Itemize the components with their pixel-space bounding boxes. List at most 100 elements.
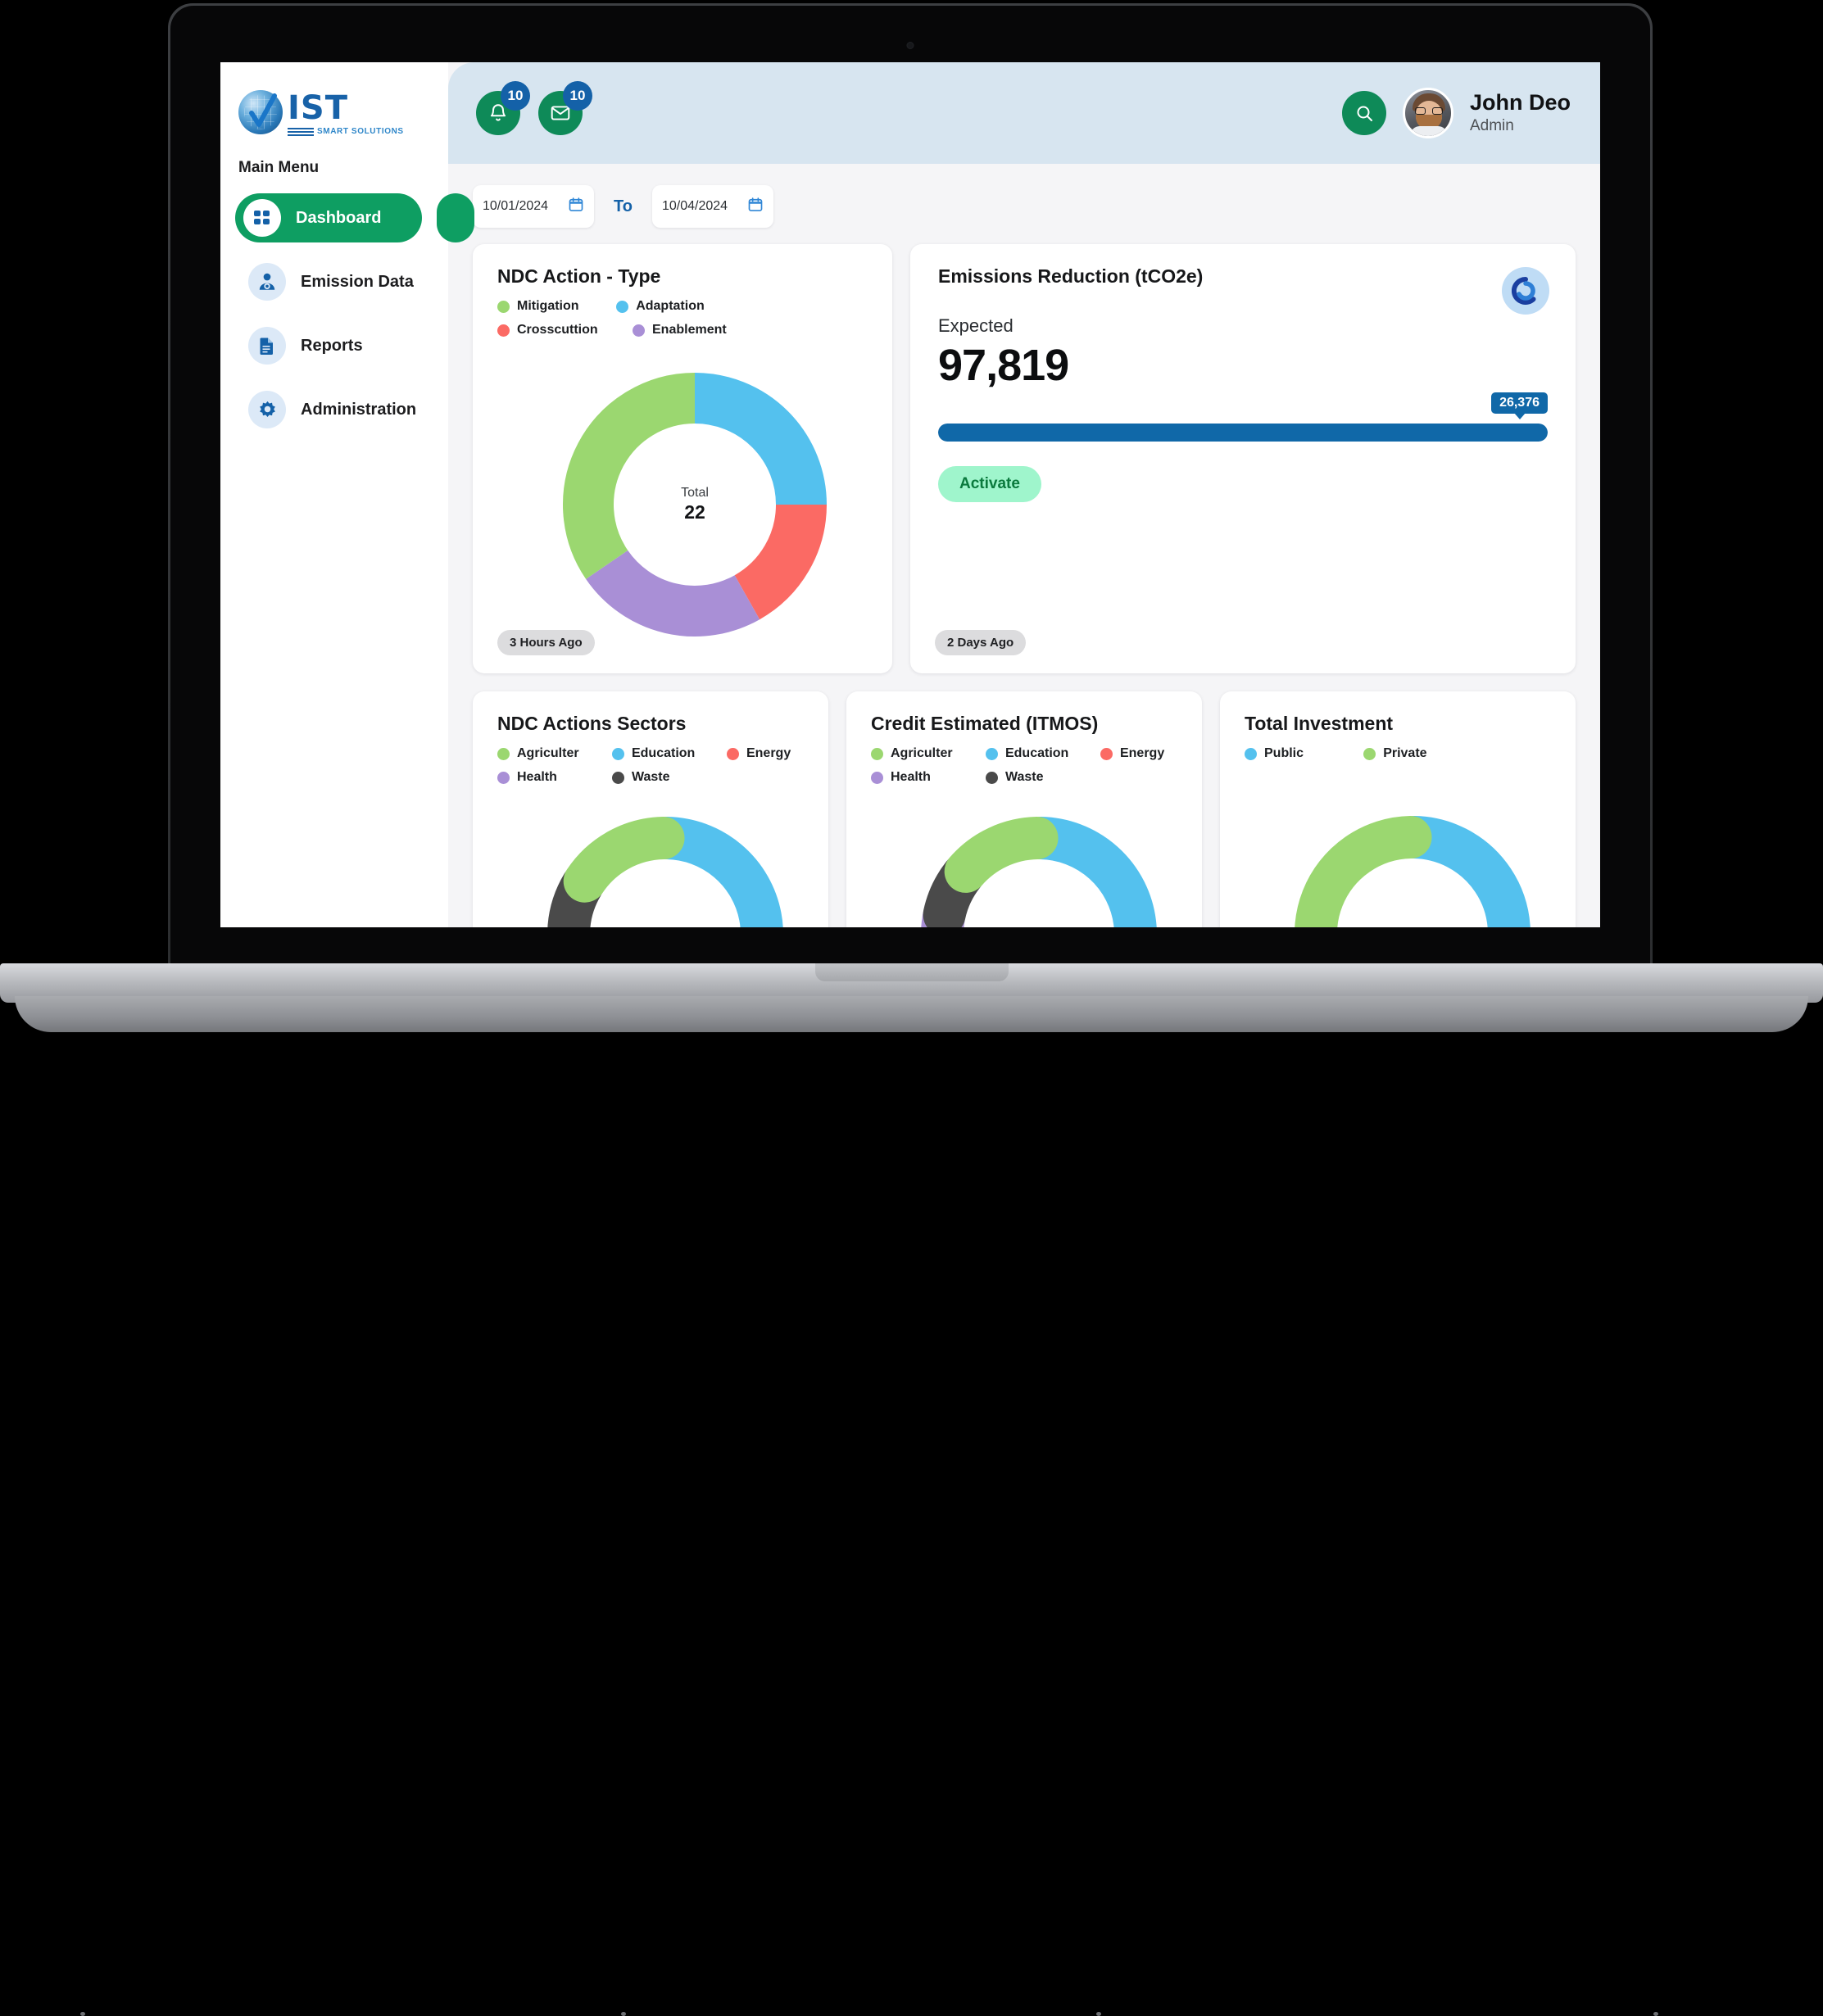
donut-segment [646,817,783,927]
legend-dot [726,747,739,760]
legend-item[interactable]: Agriculter [497,746,612,761]
notifications-count: 10 [501,81,530,111]
legend-dot [611,771,624,784]
sidebar-section-label: Main Menu [238,159,320,176]
legend-item[interactable]: Energy [726,746,828,761]
legend-label: Health [517,770,557,784]
legend-item[interactable]: Health [871,770,986,785]
document-icon [248,327,286,365]
legend-item[interactable]: Education [985,746,1100,761]
donut-segment [563,373,696,579]
legend-item[interactable]: Mitigation [497,299,616,314]
sidebar-item-emission-data[interactable]: Emission Data [220,257,448,306]
legend-label: Mitigation [517,299,579,313]
dashboard-body: 10/01/2024 To 10/04/2024 NDC Action - Ty… [448,164,1600,927]
donut-chart-credit: Total [916,812,1162,927]
legend-sectors: Agriculter Education Energy Health Waste [497,746,828,794]
legend-item[interactable]: Health [497,770,612,785]
donut-segment [944,817,1059,893]
card-ndc-actions-sectors: NDC Actions Sectors Agriculter Education… [473,691,828,927]
user-info[interactable]: John Deo Admin [1469,90,1571,135]
legend-item[interactable]: Energy [1100,746,1202,761]
card-credit-estimated: Credit Estimated (ITMOS) Agriculter Educ… [846,691,1202,927]
card-total-investment: Total Investment Public Private Tot [1220,691,1576,927]
donut-center-label: Total 22 [560,486,830,523]
sidebar-item-reports[interactable]: Reports [220,321,448,370]
sidebar-nav: Dashboard Emission Data Reports Administ… [220,193,474,434]
legend-label: Public [1264,746,1304,760]
sidebar-item-label: Reports [301,336,363,355]
legend-label: Energy [1119,746,1165,760]
legend-item[interactable]: Education [611,746,727,761]
to-date-input[interactable]: 10/04/2024 [651,185,773,228]
legend-dot [985,771,998,784]
card-title: Emissions Reduction (tCO2e) [938,265,1204,287]
legend-dot [871,771,883,784]
brand-lockup: IST SMART SOLUTIONS [288,92,404,136]
search-button[interactable] [1341,91,1386,135]
card-title: Total Investment [1245,713,1394,734]
legend-label: Education [631,746,696,760]
calendar-icon[interactable] [747,197,764,217]
date-filter-row: 10/01/2024 To 10/04/2024 [473,185,1576,228]
legend-dot [871,747,883,760]
cards-row-2: NDC Actions Sectors Agriculter Education… [473,691,1576,927]
donut-segment [1019,817,1157,927]
legend-item[interactable]: Enablement [633,323,768,338]
user-gear-icon [248,263,286,301]
sidebar-item-label: Emission Data [301,272,414,291]
donut-chart-sectors: Total [542,812,788,927]
sidebar-item-label: Administration [301,400,417,419]
brand-tagline: SMART SOLUTIONS [317,127,404,136]
active-indicator [437,193,474,242]
legend-item[interactable]: Waste [611,770,727,785]
calendar-icon[interactable] [568,197,584,217]
brand-orb-icon [1502,267,1549,315]
donut-svg [1295,816,1531,927]
from-date-input[interactable]: 10/01/2024 [473,185,594,228]
legend-dot [1100,747,1113,760]
legend-dot [1363,747,1376,760]
sidebar-item-dashboard[interactable]: Dashboard [235,193,474,242]
donut-segment [1295,816,1432,927]
legend-item[interactable]: Private [1363,746,1499,761]
gear-icon [248,391,286,428]
legend-label: Energy [746,746,791,760]
main-content: 10 10 John Deo Admin 10/01/2024 To 10/04… [448,62,1600,927]
app-logo[interactable]: IST SMART SOLUTIONS [220,79,448,136]
legend-label: Waste [1004,770,1044,784]
donut-svg [547,817,783,927]
globe-icon [238,90,283,134]
legend-investment: Public Private [1245,746,1515,770]
sidebar-item-administration[interactable]: Administration [220,385,448,434]
legend-item[interactable]: Crosscuttion [497,323,633,338]
donut-segment [563,817,685,903]
legend-item[interactable]: Agriculter [871,746,986,761]
activate-button[interactable]: Activate [938,466,1041,502]
card-emissions-reduction: Emissions Reduction (tCO2e) Expected 97,… [910,244,1576,673]
legend-dot [616,300,629,313]
legend-dot [611,747,624,760]
topbar: 10 10 John Deo Admin [448,62,1600,164]
messages-button[interactable]: 10 [538,81,592,135]
legend-item[interactable]: Adaptation [616,299,751,314]
legend-item[interactable]: Waste [985,770,1100,785]
legend-dot [497,300,510,313]
progress-track[interactable] [938,424,1548,442]
progress-tooltip: 26,376 [1491,392,1548,414]
legend-label: Agriculter [891,746,953,760]
legend-dot [497,324,510,337]
notifications-button[interactable]: 10 [476,81,530,135]
donut-center-label: Total [1290,926,1535,927]
legend-label: Private [1383,746,1427,760]
donut-segment [586,550,760,637]
avatar[interactable] [1402,88,1453,138]
sidebar-item-label: Dashboard [296,208,382,227]
laptop-base-lower [15,996,1808,2016]
from-date-value: 10/01/2024 [483,199,549,213]
donut-chart-ndc-type: Total 22 [560,369,830,640]
legend-item[interactable]: Public [1245,746,1363,761]
progress-section: 26,376 [938,392,1548,442]
legend-ndc-type: Mitigation Adaptation Crosscuttion Enabl… [497,299,768,347]
user-role: Admin [1469,116,1514,134]
